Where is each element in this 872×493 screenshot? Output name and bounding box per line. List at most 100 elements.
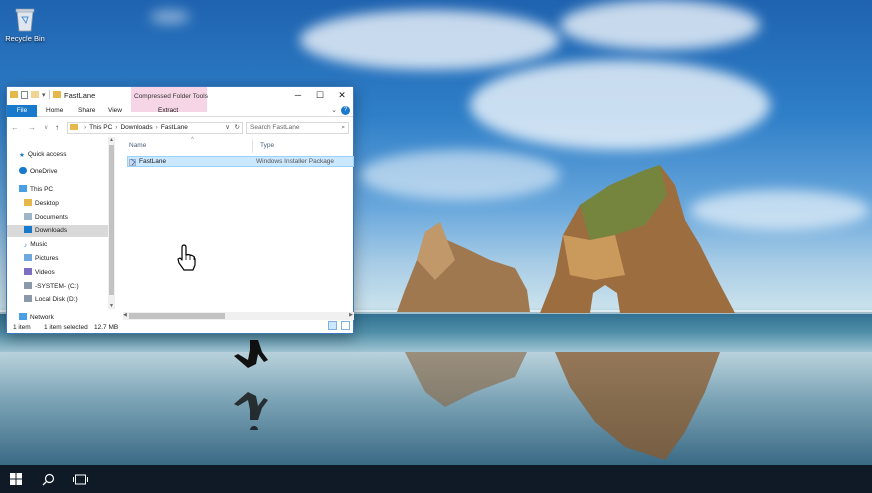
properties-icon[interactable] bbox=[21, 90, 28, 99]
start-button[interactable] bbox=[0, 465, 32, 493]
close-icon[interactable]: ✕ bbox=[331, 87, 353, 104]
cloud bbox=[300, 10, 560, 70]
title-separator bbox=[48, 90, 50, 99]
file-list-horizontal-scrollbar[interactable]: ◀ ▶ bbox=[123, 312, 354, 320]
cloud bbox=[150, 10, 190, 24]
sidebar-item-label: Videos bbox=[35, 269, 55, 276]
window-controls: ─ ☐ ✕ bbox=[287, 87, 353, 104]
task-view-button[interactable] bbox=[64, 465, 96, 493]
list-item[interactable]: FastLane Windows Installer Package bbox=[127, 156, 354, 167]
nav-pane-scrollbar[interactable]: ▲ ▼ bbox=[108, 137, 115, 309]
customize-toolbar-icon[interactable]: ▾ bbox=[42, 91, 46, 99]
tab-share[interactable]: Share bbox=[75, 105, 98, 117]
details-view-icon[interactable] bbox=[328, 321, 337, 330]
breadcrumb-downloads[interactable]: Downloads bbox=[120, 124, 152, 131]
tab-file[interactable]: File bbox=[7, 105, 37, 117]
address-dropdown-icon[interactable]: ∨ bbox=[225, 123, 230, 133]
scrollbar-thumb[interactable] bbox=[109, 145, 114, 295]
breadcrumb-fastlane[interactable]: FastLane bbox=[161, 124, 188, 131]
scrollbar-thumb[interactable] bbox=[129, 313, 225, 319]
folder-title-icon bbox=[52, 91, 61, 98]
contextual-tab-group-label: Compressed Folder Tools bbox=[134, 93, 208, 100]
minimize-icon[interactable]: ─ bbox=[287, 87, 309, 104]
sidebar-item-music[interactable]: ♪ Music bbox=[24, 239, 47, 251]
drive-icon bbox=[24, 282, 32, 289]
scroll-down-icon[interactable]: ▼ bbox=[109, 303, 114, 309]
help-icon[interactable]: ? bbox=[341, 106, 350, 115]
scroll-left-icon[interactable]: ◀ bbox=[123, 312, 127, 318]
chevron-right-icon: › bbox=[155, 124, 158, 131]
sidebar-item-local-disk[interactable]: Local Disk (D:) bbox=[24, 294, 78, 306]
sidebar-item-label: Documents bbox=[35, 214, 68, 221]
expand-ribbon-icon[interactable]: ⌄ bbox=[331, 106, 337, 114]
file-type: Windows Installer Package bbox=[256, 158, 335, 165]
sidebar-item-label: -SYSTEM- (C:) bbox=[35, 283, 79, 290]
search-placeholder: Search FastLane bbox=[250, 124, 300, 131]
small-rock-arch bbox=[397, 222, 530, 312]
up-icon[interactable]: ↑ bbox=[55, 123, 59, 132]
scroll-up-icon[interactable]: ▲ bbox=[109, 137, 114, 143]
column-divider[interactable] bbox=[252, 139, 253, 153]
sidebar-item-downloads[interactable]: Downloads bbox=[7, 225, 108, 237]
scroll-right-icon[interactable]: ▶ bbox=[349, 312, 353, 318]
star-icon: ★ bbox=[19, 152, 25, 159]
navigation-bar: ← → ∨ ↑ › This PC › Downloads › FastLane ∨ ↻ … bbox=[7, 119, 353, 136]
maximize-icon[interactable]: ☐ bbox=[309, 87, 331, 104]
sidebar-item-documents[interactable]: Documents bbox=[24, 212, 68, 224]
drive-icon bbox=[24, 295, 32, 302]
network-icon bbox=[19, 313, 27, 320]
breadcrumb-this-pc[interactable]: This PC bbox=[89, 124, 112, 131]
sidebar-item-this-pc[interactable]: This PC bbox=[19, 184, 53, 196]
sidebar-item-label: OneDrive bbox=[30, 168, 58, 175]
recycle-bin-label: Recycle Bin bbox=[5, 34, 45, 43]
rock-reflection bbox=[555, 352, 720, 460]
item-count: 1 item bbox=[13, 324, 31, 331]
search-box[interactable]: Search FastLane ⌕ bbox=[246, 122, 349, 134]
sidebar-item-system-drive[interactable]: -SYSTEM- (C:) bbox=[24, 281, 79, 293]
address-bar[interactable]: › This PC › Downloads › FastLane ∨ ↻ bbox=[67, 122, 243, 134]
sidebar-item-label: Desktop bbox=[35, 200, 59, 207]
sidebar-item-videos[interactable]: Videos bbox=[24, 267, 55, 279]
back-icon[interactable]: ← bbox=[11, 123, 19, 132]
column-header-name[interactable]: Name bbox=[129, 142, 146, 149]
window-title: FastLane bbox=[64, 91, 96, 100]
sidebar-item-label: Network bbox=[30, 314, 54, 321]
search-icon: ⌕ bbox=[341, 124, 345, 131]
search-button[interactable] bbox=[32, 465, 64, 493]
cloud bbox=[560, 0, 760, 50]
file-name: FastLane bbox=[139, 158, 167, 165]
sidebar-item-pictures[interactable]: Pictures bbox=[24, 253, 58, 265]
task-view-icon bbox=[72, 474, 88, 484]
music-icon: ♪ bbox=[24, 242, 28, 249]
computer-icon bbox=[19, 185, 27, 192]
forward-icon[interactable]: → bbox=[28, 123, 36, 132]
chevron-right-icon: › bbox=[84, 124, 87, 131]
recycle-bin[interactable]: Recycle Bin bbox=[4, 6, 46, 43]
tab-view[interactable]: View bbox=[105, 105, 125, 117]
refresh-icon[interactable]: ↻ bbox=[235, 123, 240, 133]
new-folder-icon[interactable] bbox=[31, 91, 39, 98]
tab-home[interactable]: Home bbox=[43, 105, 66, 117]
cloud bbox=[360, 150, 560, 200]
sidebar-item-quick-access[interactable]: ★ Quick access bbox=[19, 149, 66, 161]
sidebar-item-label: Downloads bbox=[35, 227, 68, 234]
sidebar-item-label: Music bbox=[30, 241, 48, 248]
sidebar-item-onedrive[interactable]: OneDrive bbox=[19, 166, 57, 178]
tab-extract[interactable]: Extract bbox=[155, 105, 181, 117]
status-bar: 1 item 1 item selected 12.7 MB bbox=[7, 321, 353, 334]
search-icon bbox=[42, 473, 54, 485]
sidebar-item-desktop[interactable]: Desktop bbox=[24, 198, 59, 210]
column-header-type[interactable]: Type bbox=[260, 142, 274, 149]
quick-access-toolbar: ▾ bbox=[10, 90, 61, 99]
hand-pointer-cursor-icon bbox=[177, 244, 196, 271]
navigation-pane: ★ Quick access OneDrive This PC Desktop D… bbox=[7, 137, 115, 321]
large-icons-view-icon[interactable] bbox=[341, 321, 350, 330]
file-explorer-window[interactable]: ▾ FastLane ─ ☐ ✕ Compressed Folder Tools… bbox=[6, 86, 354, 334]
recent-locations-icon[interactable]: ∨ bbox=[44, 124, 48, 131]
cloud-icon bbox=[19, 167, 27, 174]
windows-logo-icon bbox=[10, 473, 22, 485]
folder-icon bbox=[10, 91, 18, 98]
sort-ascending-icon: ^ bbox=[191, 137, 194, 143]
videos-icon bbox=[24, 268, 32, 275]
sidebar-item-label: Pictures bbox=[35, 255, 59, 262]
